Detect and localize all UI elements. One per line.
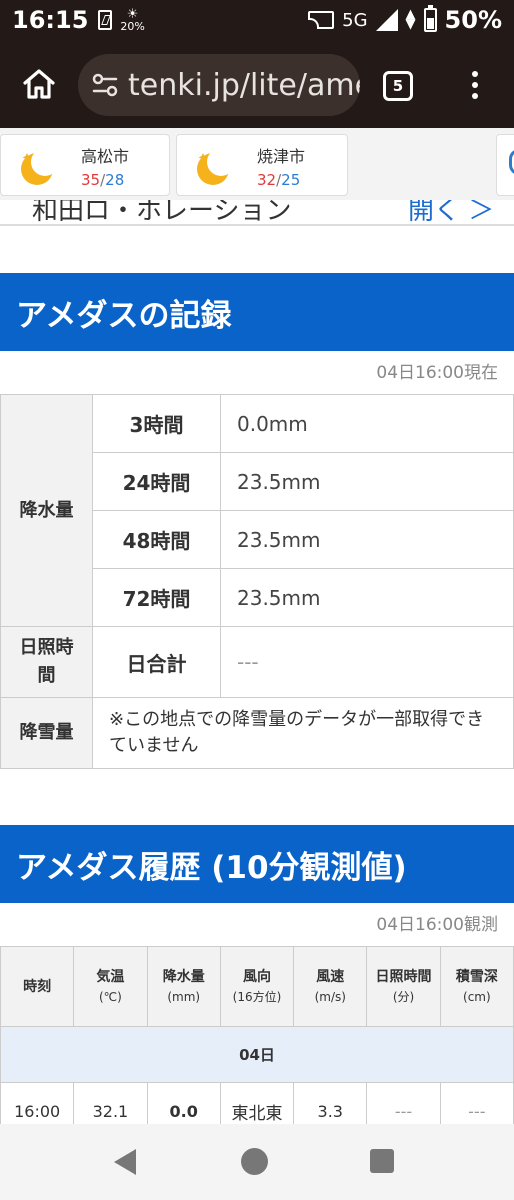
amedas-history-table: 時刻 気温 (℃) 降水量 (mm) 風向 (16方位) 風速 (m/s) 日照時間 (分… — [0, 946, 514, 1124]
history-snow: --- — [439, 1082, 514, 1124]
history-header: 気温 (℃) — [73, 946, 148, 1027]
address-bar[interactable]: tenki.jp/lite/amedas — [78, 54, 360, 116]
history-header: 積雪深 (cm) — [439, 946, 514, 1027]
history-wind-speed: 3.3 — [293, 1082, 368, 1124]
status-time: 16:15 — [12, 6, 89, 34]
status-bar: 16:15 ☀ 20% 5G ▲ ▼ 50% — [0, 0, 514, 40]
history-time: 16:00 — [0, 1082, 75, 1124]
history-temp: 32.1 — [73, 1082, 148, 1124]
history-sunshine: --- — [366, 1082, 441, 1124]
history-day-row: 04日 — [0, 1026, 514, 1083]
recent-apps-icon[interactable] — [370, 1149, 394, 1173]
moon-icon — [197, 148, 233, 185]
period-label: 72時間 — [92, 568, 221, 627]
sunshine-value: --- — [220, 626, 514, 698]
page-content: 和田ロ・ホレーション 開く ＞ 高松市 35/28 焼津市 32/25 アメダス… — [0, 128, 514, 1124]
city-temp-low: 25 — [281, 171, 301, 189]
home-circle-icon[interactable] — [241, 1148, 268, 1175]
city-temp-high: 32 — [257, 171, 277, 189]
history-header: 風向 (16方位) — [219, 946, 295, 1027]
sunshine-period: 日合計 — [92, 626, 221, 698]
history-wind-dir: 東北東 — [219, 1082, 295, 1124]
period-label: 48時間 — [92, 510, 221, 569]
signal-icon — [375, 9, 398, 31]
city-name: 焼津市 — [257, 147, 306, 166]
tab-switcher-button[interactable]: 5 — [383, 71, 413, 101]
precip-label: 降水量 — [0, 394, 93, 627]
history-day-label: 04日 — [0, 1026, 514, 1083]
snow-label: 降雪量 — [0, 697, 93, 769]
weather-status-icon: ☀ 20% — [120, 7, 145, 33]
precip-value: 23.5mm — [220, 510, 514, 569]
amedas-record-heading: アメダスの記録 — [0, 273, 514, 351]
table-row: 16:00 32.1 0.0 東北東 3.3 --- --- — [0, 1082, 514, 1124]
precip-value: 0.0mm — [220, 394, 514, 453]
url-text: tenki.jp/lite/amedas — [128, 67, 360, 103]
cast-icon — [308, 11, 335, 29]
precip-value: 23.5mm — [220, 568, 514, 627]
city-temperature: 32/25 — [257, 171, 301, 189]
site-settings-icon[interactable] — [90, 70, 120, 100]
weather-status-percent: 20% — [120, 20, 145, 33]
network-type: 5G — [342, 9, 368, 31]
city-temperature: 35/28 — [81, 171, 125, 189]
moon-icon — [21, 148, 57, 185]
city-card-partial[interactable] — [496, 134, 514, 196]
sunshine-label: 日照時間 — [0, 626, 93, 698]
history-precip: 0.0 — [146, 1082, 221, 1124]
amedas-history-title: アメダス履歴 (10分観測値) — [16, 849, 407, 886]
battery-icon — [423, 5, 437, 32]
browser-toolbar: tenki.jp/lite/amedas 5 — [0, 40, 514, 128]
battery-percent: 50% — [444, 6, 502, 34]
amedas-record-table: 降水量 3時間 0.0mm 24時間 23.5mm 48時間 23.5mm 72… — [0, 394, 514, 769]
precip-value: 23.5mm — [220, 452, 514, 511]
snow-note: ※この地点での降雪量のデータが一部取得できていません — [92, 697, 514, 769]
history-header: 降水量 (mm) — [146, 946, 221, 1027]
city-name: 高松市 — [81, 147, 130, 166]
city-card[interactable]: 焼津市 32/25 — [176, 134, 348, 196]
city-temp-high: 35 — [81, 171, 101, 189]
home-icon[interactable] — [22, 68, 56, 100]
amedas-history-timestamp: 04日16:00観測 — [376, 915, 498, 935]
period-label: 3時間 — [92, 394, 221, 453]
history-header: 時刻 — [0, 946, 75, 1027]
amedas-record-title: アメダスの記録 — [16, 297, 232, 334]
history-header: 風速 (m/s) — [293, 946, 368, 1027]
amedas-history-heading: アメダス履歴 (10分観測値) — [0, 825, 514, 903]
more-menu-icon[interactable] — [466, 68, 484, 102]
system-nav-bar — [0, 1124, 514, 1200]
city-card[interactable]: 高松市 35/28 — [0, 134, 170, 196]
recent-cities-strip: 高松市 35/28 焼津市 32/25 — [0, 128, 514, 200]
period-label: 24時間 — [92, 452, 221, 511]
back-icon[interactable] — [114, 1149, 136, 1175]
history-header: 日照時間 (分) — [366, 946, 441, 1027]
history-header-row: 時刻 気温 (℃) 降水量 (mm) 風向 (16方位) 風速 (m/s) 日照時間 (分… — [0, 946, 514, 1027]
amedas-record-timestamp: 04日16:00現在 — [376, 363, 498, 383]
sim-icon — [98, 10, 113, 30]
tab-count: 5 — [392, 77, 404, 95]
city-temp-low: 28 — [105, 171, 125, 189]
data-arrows-icon: ▲ ▼ — [405, 7, 416, 32]
